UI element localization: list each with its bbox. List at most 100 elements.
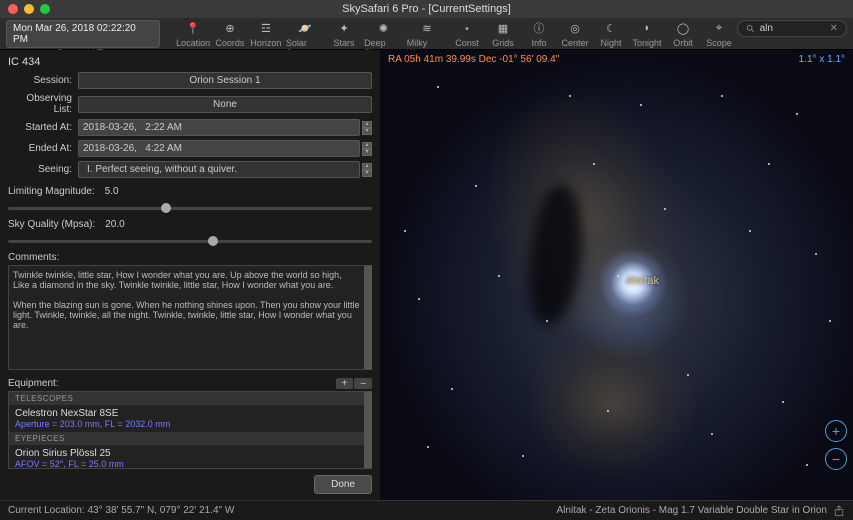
constellation-icon: ⋆ [464,20,471,36]
background-star [607,410,609,412]
background-star [796,113,798,115]
toolbar-label: Const [455,38,479,48]
grid-icon: ▦ [498,20,508,36]
session-select[interactable]: Orion Session 1 [78,72,372,89]
sq-slider[interactable] [8,234,372,248]
seeing-select[interactable]: I. Perfect seeing, without a quiver. [78,161,360,178]
moon-icon: ☾ [606,20,616,36]
limmag-label: Limiting Magnitude: [8,186,95,197]
background-star [829,320,831,322]
object-name: IC 434 [8,56,372,68]
obslist-label: Observing List: [8,93,78,115]
sky-view[interactable]: RA 05h 41m 39.99s Dec -01° 56' 09.4" 1.1… [380,50,853,500]
datetime-text: Mon Mar 26, 2018 02:22:20 PM [13,23,153,45]
comments-textarea[interactable]: Twinkle twinkle, little star, How I wond… [8,265,372,370]
background-star [768,163,770,165]
galaxy-icon: ✺ [379,20,388,36]
zoom-in-button[interactable]: + [825,420,847,442]
status-location: Current Location: 43° 38' 55.7" N, 079° … [8,505,234,516]
equipment-remove-button[interactable]: – [354,378,372,389]
window-title: SkySafari 6 Pro - [CurrentSettings] [0,3,853,15]
obslist-select[interactable]: None [78,96,372,113]
done-button[interactable]: Done [314,475,372,494]
limmag-value: 5.0 [105,186,119,197]
toolbar-label: Orbit [673,38,693,48]
orbit-icon: ◯ [677,20,689,36]
equipment-header: TELESCOPES [9,392,364,405]
seeing-label: Seeing: [8,164,78,175]
toolbar-label: Scope [706,38,732,48]
limmag-slider[interactable] [8,201,372,215]
fov-readout: 1.1° x 1.1° [799,54,845,65]
started-stepper[interactable]: ▴▾ [362,121,372,135]
background-star [418,298,420,300]
share-icon[interactable] [833,505,845,517]
planet-icon: 🪐 [298,20,312,36]
background-star [782,401,784,403]
equipment-header: EYEPIECES [9,432,364,445]
background-star [437,86,439,88]
search-icon [746,24,756,34]
toolbar: Mon Mar 26, 2018 02:22:20 PM Date and Ti… [0,18,853,50]
toolbar-label: Tonight [632,38,661,48]
search-input[interactable] [760,23,830,34]
background-star [815,253,817,255]
datetime-display[interactable]: Mon Mar 26, 2018 02:22:20 PM [6,20,160,48]
location-pin-icon: 📍 [186,20,200,36]
background-star [427,446,429,448]
star-label: Alnitak [626,275,659,287]
toolbar-label: Info [531,38,546,48]
equipment-name: Orion Sirius Plössl 25 [15,448,358,459]
dusk-icon: ◗ [644,20,651,36]
started-label: Started At: [8,122,78,133]
search-box[interactable]: ✕ [737,20,847,37]
background-star [711,433,713,435]
clear-search-icon[interactable]: ✕ [830,23,838,34]
titlebar: SkySafari 6 Pro - [CurrentSettings] [0,0,853,18]
background-star [546,320,548,322]
background-star [806,464,808,466]
info-icon: ⓘ [534,20,545,36]
equipment-name: Celestron NexStar 8SE [15,408,358,419]
background-star [593,163,595,165]
background-star [721,95,723,97]
ended-stepper[interactable]: ▴▾ [362,142,372,156]
coordinates-readout: RA 05h 41m 39.99s Dec -01° 56' 09.4" [388,54,559,65]
background-star [522,455,524,457]
equipment-spec: AFOV = 52°, FL = 25.0 mm [15,459,358,469]
toolbar-label: Location [176,38,210,48]
background-star [749,230,751,232]
center-icon: ◎ [570,20,580,36]
observation-panel: IC 434 Session: Orion Session 1 Observin… [0,50,380,500]
horizon-icon: ☲ [261,20,271,36]
background-star [617,275,619,277]
equipment-label: Equipment: [8,378,59,389]
toolbar-label: Stars [334,38,355,48]
telescope-icon: ⌖ [716,20,722,36]
status-object-info: Alnitak - Zeta Orionis - Mag 1.7 Variabl… [557,505,828,516]
toolbar-label: Grids [492,38,514,48]
equipment-add-button[interactable]: + [336,378,354,389]
background-star [451,388,453,390]
sq-label: Sky Quality (Mpsa): [8,219,95,230]
ended-input[interactable] [78,140,360,157]
background-star [475,185,477,187]
milkyway-icon: ≋ [422,20,431,36]
target-icon: ⊕ [225,20,234,36]
background-star [664,208,666,210]
comments-label: Comments: [8,252,372,263]
star-icon: ✦ [339,20,348,36]
seeing-stepper[interactable]: ▴▾ [362,163,372,177]
zoom-out-button[interactable]: − [825,448,847,470]
started-input[interactable] [78,119,360,136]
equipment-item[interactable]: Celestron NexStar 8SEAperture = 203.0 mm… [9,405,364,432]
ended-label: Ended At: [8,143,78,154]
toolbar-label: Center [561,38,588,48]
equipment-item[interactable]: Orion Sirius Plössl 25AFOV = 52°, FL = 2… [9,445,364,469]
toolbar-label: Horizon [250,38,281,48]
status-bar: Current Location: 43° 38' 55.7" N, 079° … [0,500,853,520]
equipment-list[interactable]: TELESCOPESCelestron NexStar 8SEAperture … [8,391,372,469]
toolbar-label: Coords [215,38,244,48]
toolbar-label: Night [600,38,621,48]
equipment-spec: Aperture = 203.0 mm, FL = 2032.0 mm [15,419,358,429]
